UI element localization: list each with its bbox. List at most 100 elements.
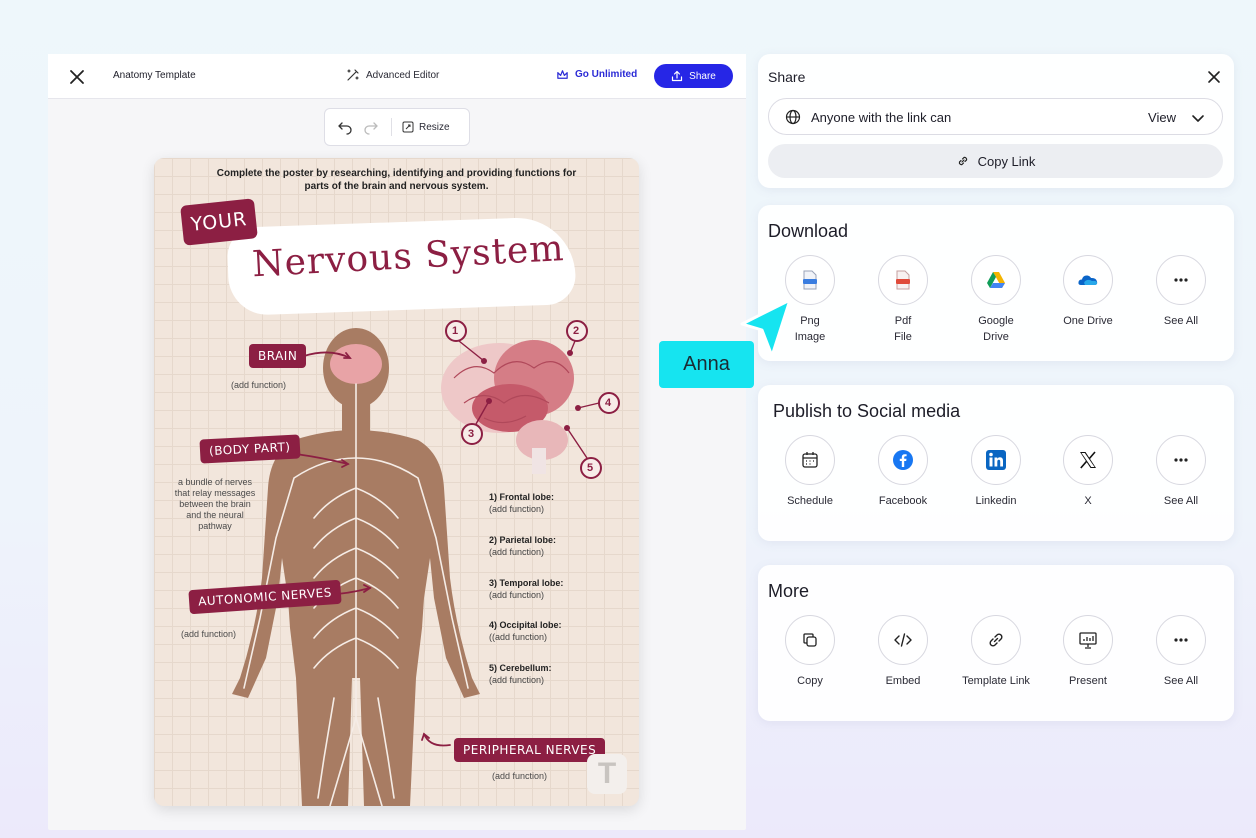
link-icon bbox=[989, 633, 1003, 647]
resize-label: Resize bbox=[419, 121, 450, 133]
toolbar-divider bbox=[391, 118, 392, 136]
linkedin-icon bbox=[986, 450, 1006, 470]
option-circle bbox=[1156, 615, 1206, 665]
canvas-toolbar: Resize bbox=[324, 108, 470, 146]
lobe-function: (add function) bbox=[489, 504, 545, 514]
lobe-item-4: 4) Occipital lobe: ((add function) bbox=[489, 619, 562, 643]
download-onedrive-button[interactable]: One Drive bbox=[1048, 255, 1128, 329]
marker-5: 5 bbox=[587, 462, 594, 474]
download-title: Download bbox=[768, 221, 849, 241]
body-part-note: a bundle of nerves that relay messages b… bbox=[174, 477, 256, 531]
lobe-function: (add function) bbox=[489, 675, 545, 685]
lobe-function: (add function) bbox=[489, 547, 545, 557]
more-see-all-button[interactable]: See All bbox=[1141, 615, 1221, 689]
download-section: Download Png Image Pdf File Google Drive… bbox=[758, 205, 1234, 361]
link-icon bbox=[958, 156, 967, 166]
download-pdf-button[interactable]: Pdf File bbox=[863, 255, 943, 345]
poster-canvas[interactable]: Complete the poster by researching, iden… bbox=[154, 158, 639, 806]
editor-top-bar: Anatomy Template Advanced Editor Go Unli… bbox=[48, 54, 746, 99]
link-scope-label: Anyone with the link can bbox=[811, 110, 952, 125]
marker-2: 2 bbox=[573, 325, 580, 337]
option-circle bbox=[1063, 435, 1113, 485]
redo-icon[interactable] bbox=[363, 119, 379, 135]
advanced-editor-button[interactable]: Advanced Editor bbox=[346, 68, 439, 82]
go-unlimited-button[interactable]: Go Unlimited bbox=[556, 68, 637, 81]
copy-link-button[interactable]: Copy Link bbox=[768, 144, 1223, 178]
resize-icon bbox=[402, 121, 414, 133]
more-icon bbox=[1174, 638, 1188, 642]
upload-icon bbox=[672, 70, 683, 82]
undo-icon[interactable] bbox=[337, 119, 353, 135]
template-link-button[interactable]: Template Link bbox=[956, 615, 1036, 689]
poster-instructions: Complete the poster by researching, iden… bbox=[216, 168, 577, 192]
close-icon[interactable] bbox=[1206, 69, 1222, 85]
marker-1: 1 bbox=[452, 325, 459, 337]
schedule-button[interactable]: Schedule bbox=[770, 435, 850, 509]
more-section: More Copy Embed Template Link Present Se… bbox=[758, 565, 1234, 721]
x-label: X bbox=[1084, 495, 1092, 507]
share-button[interactable]: Share bbox=[654, 64, 733, 88]
linkedin-button[interactable]: Linkedin bbox=[956, 435, 1036, 509]
lobe-title: 1) Frontal lobe: bbox=[489, 492, 554, 502]
template-link-label: Template Link bbox=[962, 675, 1030, 687]
option-circle bbox=[1156, 255, 1206, 305]
embed-label: Embed bbox=[885, 675, 921, 687]
permission-value: View bbox=[1148, 110, 1176, 125]
option-circle bbox=[785, 615, 835, 665]
social-see-all-button[interactable]: See All bbox=[1141, 435, 1221, 509]
option-circle bbox=[878, 255, 928, 305]
present-button[interactable]: Present bbox=[1048, 615, 1128, 689]
linkedin-label: Linkedin bbox=[975, 495, 1017, 507]
peripheral-nerves-note: (add function) bbox=[492, 771, 548, 781]
facebook-icon bbox=[893, 450, 913, 470]
google-drive-icon bbox=[987, 272, 1005, 288]
option-circle bbox=[878, 615, 928, 665]
copy-link-label: Copy Link bbox=[977, 153, 1036, 169]
option-circle bbox=[785, 255, 835, 305]
watermark-logo: T bbox=[587, 754, 627, 794]
x-button[interactable]: X bbox=[1048, 435, 1128, 509]
collaborator-name-tag: Anna bbox=[659, 341, 754, 388]
option-circle bbox=[971, 615, 1021, 665]
lobe-item-2: 2) Parietal lobe: (add function) bbox=[489, 534, 556, 558]
lobe-item-5: 5) Cerebellum: (add function) bbox=[489, 662, 552, 686]
download-see-all-button[interactable]: See All bbox=[1141, 255, 1221, 329]
facebook-button[interactable]: Facebook bbox=[863, 435, 943, 509]
editor-panel: Anatomy Template Advanced Editor Go Unli… bbox=[48, 54, 746, 830]
marker-4: 4 bbox=[605, 397, 612, 409]
link-permission-select[interactable]: Anyone with the link can View bbox=[768, 98, 1223, 135]
social-title: Publish to Social media bbox=[773, 401, 961, 421]
x-icon bbox=[1080, 451, 1096, 469]
advanced-editor-label: Advanced Editor bbox=[366, 69, 440, 81]
option-circle bbox=[878, 435, 928, 485]
png-file-icon bbox=[803, 270, 817, 290]
peripheral-nerves-label: PERIPHERAL NERVES bbox=[454, 738, 606, 762]
crown-icon bbox=[557, 70, 568, 79]
lobe-title: 3) Temporal lobe: bbox=[489, 578, 564, 588]
close-icon[interactable] bbox=[68, 68, 86, 86]
option-circle bbox=[1156, 435, 1206, 485]
brain-note: (add function) bbox=[231, 380, 287, 390]
lobe-item-1: 1) Frontal lobe: (add function) bbox=[489, 491, 554, 515]
marker-3: 3 bbox=[468, 428, 475, 440]
lobe-function: (add function) bbox=[489, 590, 545, 600]
schedule-label: Schedule bbox=[787, 495, 833, 507]
download-google-drive-button[interactable]: Google Drive bbox=[956, 255, 1036, 345]
option-circle bbox=[971, 255, 1021, 305]
option-circle bbox=[971, 435, 1021, 485]
share-button-label: Share bbox=[689, 70, 716, 82]
template-title: Anatomy Template bbox=[113, 70, 196, 81]
download-onedrive-label: One Drive bbox=[1063, 315, 1113, 327]
resize-button[interactable]: Resize bbox=[402, 121, 450, 133]
copy-icon bbox=[803, 633, 817, 647]
more-see-all-label: See All bbox=[1163, 675, 1199, 687]
embed-button[interactable]: Embed bbox=[863, 615, 943, 689]
calendar-icon bbox=[802, 452, 818, 468]
magic-wand-icon bbox=[347, 69, 359, 81]
onedrive-icon bbox=[1078, 275, 1098, 285]
lobe-title: 5) Cerebellum: bbox=[489, 663, 552, 673]
download-pdf-label: Pdf File bbox=[894, 315, 912, 343]
chevron-down-icon bbox=[1192, 115, 1204, 122]
copy-button[interactable]: Copy bbox=[770, 615, 850, 689]
option-circle bbox=[1063, 615, 1113, 665]
